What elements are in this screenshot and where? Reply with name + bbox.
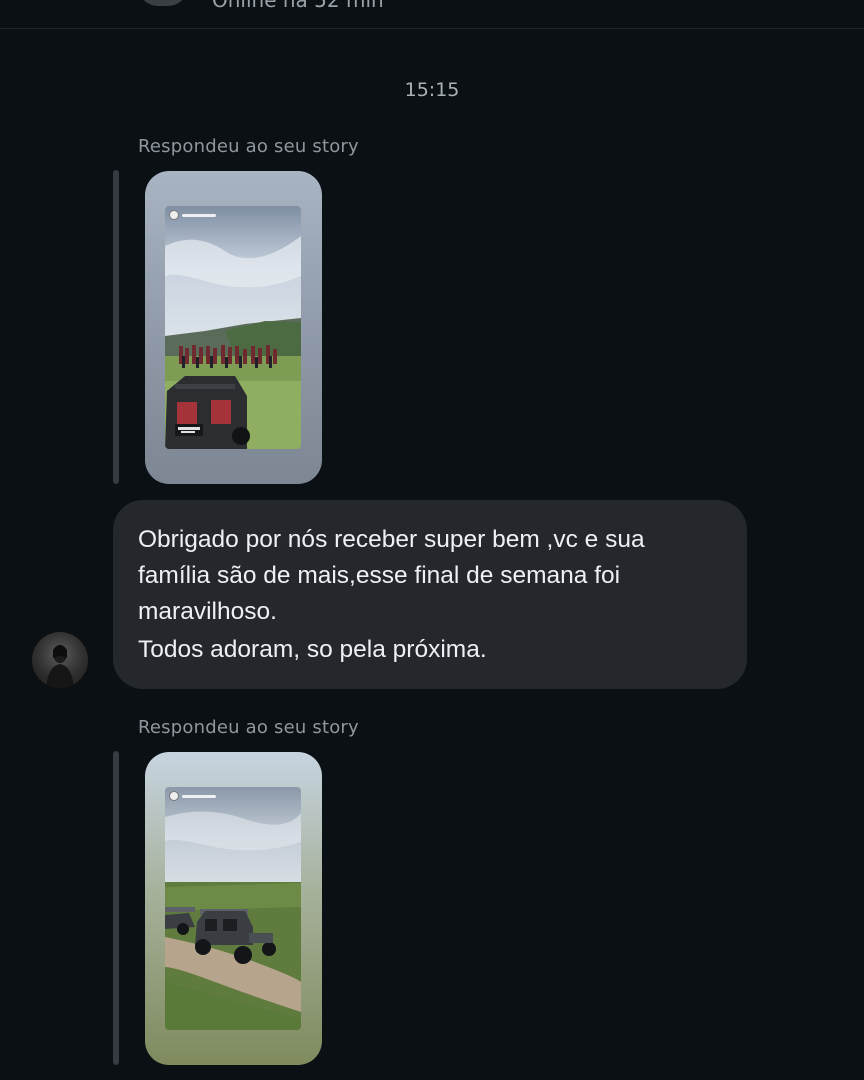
contact-avatar[interactable]: [138, 0, 188, 6]
story-thumbnail[interactable]: [145, 171, 322, 484]
message-bubble[interactable]: Obrigado por nós receber super bem ,vc e…: [113, 500, 747, 689]
story-image-buggies-trail-icon: [165, 787, 301, 1030]
story-author-name-2: [182, 794, 216, 798]
story-author-2: [169, 791, 216, 801]
story-image-2: [165, 787, 301, 1030]
message-text: Obrigado por nós receber super bem ,vc e…: [138, 526, 645, 625]
quote-bar-2: [113, 751, 119, 1065]
contact-status: Online há 52 min: [212, 0, 384, 12]
sender-avatar[interactable]: [32, 632, 88, 688]
story-reply-label-2: Respondeu ao seu story: [138, 717, 359, 738]
chat-screen: Online há 52 min 15:15 Respondeu ao seu …: [0, 0, 864, 1080]
quote-bar: [113, 170, 119, 484]
story-author-avatar: [169, 210, 179, 220]
story-author-name: [182, 213, 216, 217]
message-timestamp: 15:15: [404, 79, 460, 101]
profile-photo-icon: [46, 645, 74, 688]
chat-header: Online há 52 min: [0, 0, 864, 29]
message-text-2: Todos adoram, so pela próxima.: [138, 636, 487, 663]
story-image-group-buggy-icon: [165, 206, 301, 449]
story-reply-label: Respondeu ao seu story: [138, 136, 359, 157]
story-image: [165, 206, 301, 449]
story-thumbnail-2[interactable]: [145, 752, 322, 1065]
story-author-avatar-2: [169, 791, 179, 801]
story-author: [169, 210, 216, 220]
